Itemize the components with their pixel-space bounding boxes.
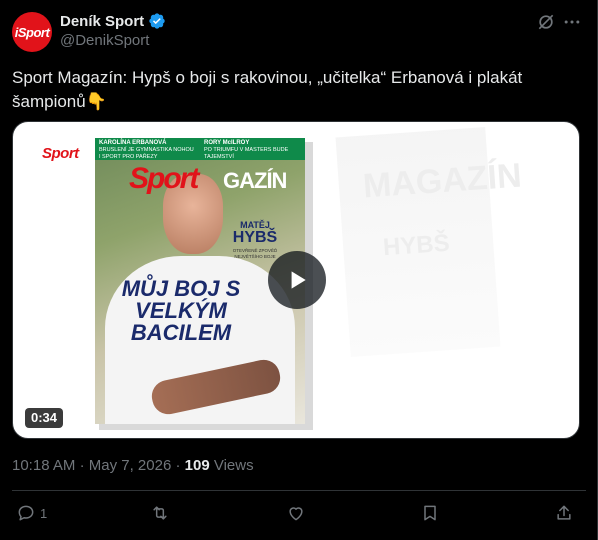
cover-logo: Sport (129, 162, 199, 195)
tweet[interactable]: iSport Deník Sport @DenikSport Sport Mag… (0, 0, 598, 540)
reply-button[interactable]: 1 (16, 502, 47, 524)
display-name[interactable]: Deník Sport (60, 13, 144, 30)
avatar-text: iSport (14, 24, 50, 40)
tweet-time[interactable]: 10:18 AM (12, 457, 75, 474)
views-count: 109 (184, 457, 210, 474)
tweet-text: Sport Magazín: Hypš o boji s rakovinou, … (12, 68, 523, 111)
cover-top-left-sub: BRUSLENÍ JE GYMNASTIKA NOHOU I SPORT PRO… (99, 147, 194, 160)
bookmark-button[interactable] (420, 502, 440, 524)
video-duration: 0:34 (25, 408, 64, 428)
reply-count: 1 (40, 505, 48, 521)
verified-badge-icon (149, 13, 165, 29)
cover-top-left-name: KAROLÍNA ERBANOVÁ (99, 140, 167, 146)
cover-feature-last-name: HYBŠ (232, 229, 278, 246)
avatar[interactable]: iSport (12, 12, 52, 52)
play-button[interactable] (268, 251, 326, 309)
share-icon (557, 505, 571, 520)
play-icon (291, 271, 306, 289)
retweet-icon (153, 506, 167, 520)
cover-top-left: KAROLÍNA ERBANOVÁ BRUSLENÍ JE GYMNASTIKA… (95, 138, 200, 160)
heart-icon (289, 507, 303, 521)
author-name-row: Deník Sport (60, 12, 166, 30)
media-corner-logo: Sport (42, 145, 79, 162)
cover-top-right-name: RORY McILROY (204, 140, 250, 146)
cover-feature-name: MATĚJ HYBŠ OTEVŘENĚ ZPOVĚĎ NEJVĚTŠÍHO BO… (225, 220, 285, 260)
tweet-meta: 10:18 AM · May 7, 2026 · 109 Views (12, 457, 254, 474)
like-button[interactable] (286, 502, 310, 524)
grok-icon[interactable] (536, 12, 556, 32)
cover-top-right: RORY McILROY PO TRIUMFU V MASTERS BUDE T… (200, 138, 305, 160)
cover-top-strip: KAROLÍNA ERBANOVÁ BRUSLENÍ JE GYMNASTIKA… (95, 138, 305, 160)
cover-headline: MŮJ BOJ S VELKÝM BACILEM (121, 276, 241, 345)
more-options-icon[interactable] (562, 12, 582, 32)
tweet-date[interactable]: May 7, 2026 (89, 457, 172, 474)
video-player[interactable]: MAGAZÍN HYBŠ Sport KAROLÍNA ERBANOVÁ BRU… (12, 121, 580, 439)
meta-separator-2: · (175, 457, 181, 474)
background-ghost-name: HYBŠ (382, 229, 451, 262)
bookmark-icon (424, 505, 436, 521)
retweet-button[interactable] (150, 502, 174, 524)
reply-icon (18, 505, 34, 521)
cover-top-right-sub: PO TRIUMFU V MASTERS BUDE TAJEMSTVÍ (204, 147, 289, 160)
views-label: Views (213, 457, 254, 474)
divider (12, 490, 586, 491)
cover-magazine-word: GAZÍN (223, 168, 287, 193)
meta-separator: · (79, 457, 85, 474)
share-button[interactable] (554, 502, 574, 524)
handle[interactable]: @DenikSport (60, 32, 149, 49)
